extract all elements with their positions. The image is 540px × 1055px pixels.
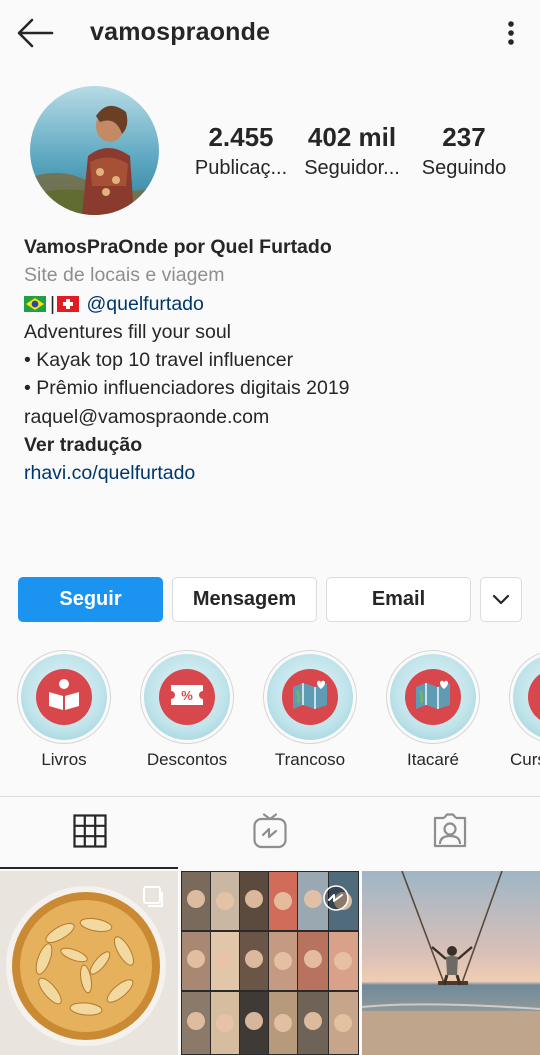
posts-label: Publicaç... [194,157,288,179]
following-count: 237 [442,122,486,152]
avatar[interactable] [30,86,159,215]
highlight-ring: % [140,650,234,744]
bio-line: • Prêmio influenciadores digitais 2019 [24,377,350,400]
highlight-icon [528,669,540,725]
map-heart-icon [414,679,452,716]
profile-bio: VamosPraOnde por Quel Furtado Site de lo… [24,233,524,488]
mention-link[interactable]: @quelfurtado [87,293,204,315]
highlight-ring [509,650,540,744]
discount-ticket-icon: % [169,683,205,712]
highlight-partial[interactable]: Curs [508,650,540,770]
bio-line: • Kayak top 10 travel influencer [24,349,294,372]
profile-name: VamosPraOnde por Quel Furtado [24,236,332,258]
bio-flags-line: | @quelfurtado [24,290,524,318]
post-thumbnail-apple-tart[interactable] [0,871,178,1055]
posts-count: 2.455 [208,122,274,152]
highlight-descontos[interactable]: % Descontos [139,650,235,770]
see-translation-link[interactable]: Ver tradução [24,431,524,459]
stat-posts[interactable]: 2.455 Publicaç... [181,122,301,181]
followers-count: 402 mil [307,122,397,152]
igtv-icon [253,812,287,854]
profile-category: Site de locais e viagem [24,264,225,287]
post-thumbnail-video-call-collage[interactable] [181,871,359,1055]
top-bar: vamospraonde [0,0,540,68]
highlight-cover [21,654,107,740]
highlight-label: Descontos [146,750,228,769]
flag-separator: | [50,292,56,315]
follow-button[interactable]: Seguir [18,577,163,622]
igtv-badge-icon [323,885,349,916]
tab-grid[interactable] [0,797,180,869]
highlight-livros[interactable]: Livros [16,650,112,770]
highlight-badge [36,669,92,725]
brazil-flag-icon [24,292,46,312]
email-button[interactable]: Email [326,577,471,622]
bio-line: Adventures fill your soul [24,320,232,343]
highlight-label: Livros [41,750,87,769]
switzerland-flag-icon [57,292,80,312]
following-label: Seguindo [421,157,507,179]
tab-igtv[interactable] [180,797,360,869]
highlight-badge: % [159,669,215,725]
highlight-cover: % [144,654,230,740]
highlight-badge [282,669,338,725]
highlight-trancoso[interactable]: Trancoso [262,650,358,770]
followers-label: Seguidor... [304,157,400,179]
svg-text:%: % [181,688,193,703]
active-tab-indicator [0,867,178,869]
highlight-label: Itacaré [407,750,459,769]
map-heart-icon [291,679,329,716]
highlight-badge [405,669,461,725]
highlight-ring [263,650,357,744]
book-reader-icon [46,678,82,717]
bio-line: raquel@vamospraonde.com [24,405,270,428]
highlight-cover [267,654,353,740]
suggested-accounts-button[interactable] [480,577,522,622]
page-title: vamospraonde [90,18,271,46]
highlight-cover [390,654,476,740]
carousel-icon [142,885,164,912]
stat-followers[interactable]: 402 mil Seguidor... [292,122,412,181]
grid-icon [73,813,107,853]
highlight-ring [17,650,111,744]
arrow-left-icon[interactable] [16,17,54,49]
chevron-down-icon [492,588,510,611]
message-button[interactable]: Mensagem [172,577,317,622]
stat-following[interactable]: 237 Seguindo [404,122,524,181]
tab-tagged[interactable] [360,797,540,869]
highlight-ring [386,650,480,744]
profile-website-link[interactable]: rhavi.co/quelfurtado [24,459,524,487]
highlight-partial-inner: Curs [508,650,540,770]
tagged-user-icon [432,812,468,854]
highlight-label: Trancoso [274,750,346,769]
highlight-itacare[interactable]: Itacaré [385,650,481,770]
post-thumbnail-beach-swing[interactable] [362,871,540,1055]
highlight-label: Curs [510,750,540,769]
more-vertical-icon[interactable] [500,18,522,48]
highlight-cover [513,654,540,740]
